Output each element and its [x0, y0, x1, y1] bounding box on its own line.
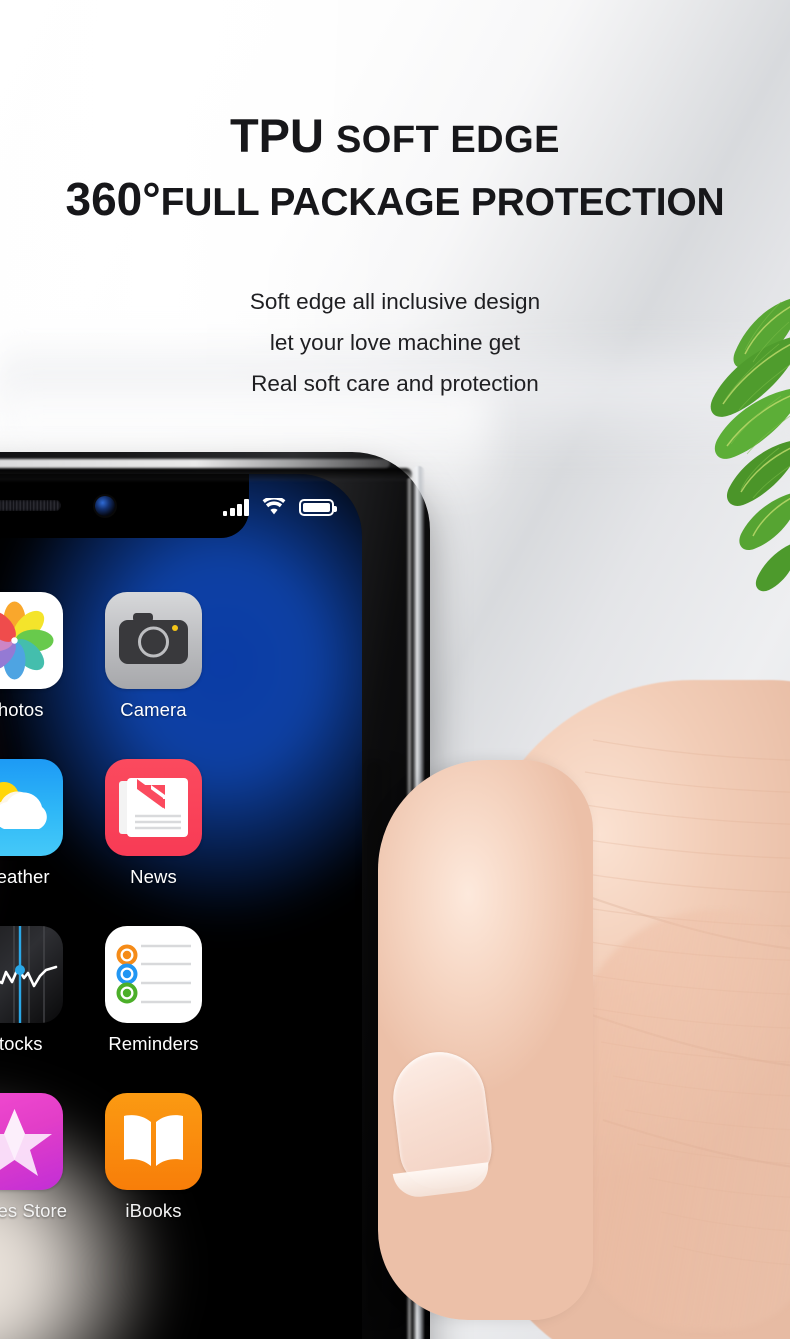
weather-icon — [0, 759, 63, 856]
headline-line-2: 360°FULL PACKAGE PROTECTION — [0, 176, 790, 222]
app-camera[interactable]: Camera — [84, 592, 223, 721]
hand-holding-phone — [366, 680, 790, 1339]
subcopy-line-2: let your love machine get — [269, 330, 521, 355]
battery-icon — [299, 499, 337, 516]
app-photos[interactable]: Photos — [0, 592, 84, 721]
app-stocks[interactable]: Stocks — [0, 926, 84, 1055]
app-weather[interactable]: Weather — [0, 759, 84, 888]
app-ibooks[interactable]: iBooks — [84, 1093, 223, 1222]
headline-rest-full-package: FULL PACKAGE PROTECTION — [160, 181, 725, 224]
thumb — [378, 760, 593, 1320]
knuckle-shading — [574, 910, 790, 1330]
headline-block: TPU SOFT EDGE 360°FULL PACKAGE PROTECTION — [0, 0, 790, 222]
speaker-grille-icon — [0, 500, 61, 511]
app-grid: Photos Camera — [0, 592, 362, 1222]
headline-line-1: TPU SOFT EDGE — [0, 112, 790, 159]
app-news[interactable]: News — [84, 759, 223, 888]
stocks-icon — [0, 926, 63, 1023]
case-top-rim — [0, 468, 412, 481]
status-bar — [222, 498, 337, 516]
headline-emphasis-360: 360° — [65, 173, 161, 225]
subcopy-line-1: Soft edge all inclusive design — [249, 289, 541, 314]
app-itunes-store[interactable]: iTunes Store — [0, 1093, 84, 1222]
front-camera-icon — [95, 496, 115, 516]
subcopy-line-3: Real soft care and protection — [251, 371, 539, 396]
phone-screen: Photos Camera — [0, 474, 362, 1339]
ibooks-icon — [105, 1093, 202, 1190]
app-label: Stocks — [0, 1033, 43, 1054]
wifi-icon — [262, 498, 286, 515]
app-label: Reminders — [108, 1033, 199, 1054]
product-banner: TPU SOFT EDGE 360°FULL PACKAGE PROTECTION… — [0, 0, 790, 1339]
subcopy-block: Soft edge all inclusive design let your … — [0, 281, 790, 404]
headline-emphasis-tpu: TPU — [229, 109, 324, 162]
app-label: Weather — [0, 866, 50, 887]
app-reminders[interactable]: Reminders — [84, 926, 223, 1055]
news-icon — [105, 759, 202, 856]
app-label: iBooks — [125, 1200, 182, 1221]
headline-rest-soft-edge: SOFT EDGE — [335, 119, 561, 161]
notch — [0, 474, 249, 538]
app-label: iTunes Store — [0, 1200, 68, 1221]
reminders-icon — [105, 926, 202, 1023]
app-label: Photos — [0, 699, 44, 720]
app-label: Camera — [120, 699, 187, 720]
camera-icon — [105, 592, 202, 689]
itunes-store-icon — [0, 1093, 63, 1190]
photos-icon — [0, 592, 63, 689]
case-top-gloss — [0, 459, 390, 468]
app-label: News — [130, 866, 177, 887]
signal-bars-icon — [222, 499, 249, 516]
